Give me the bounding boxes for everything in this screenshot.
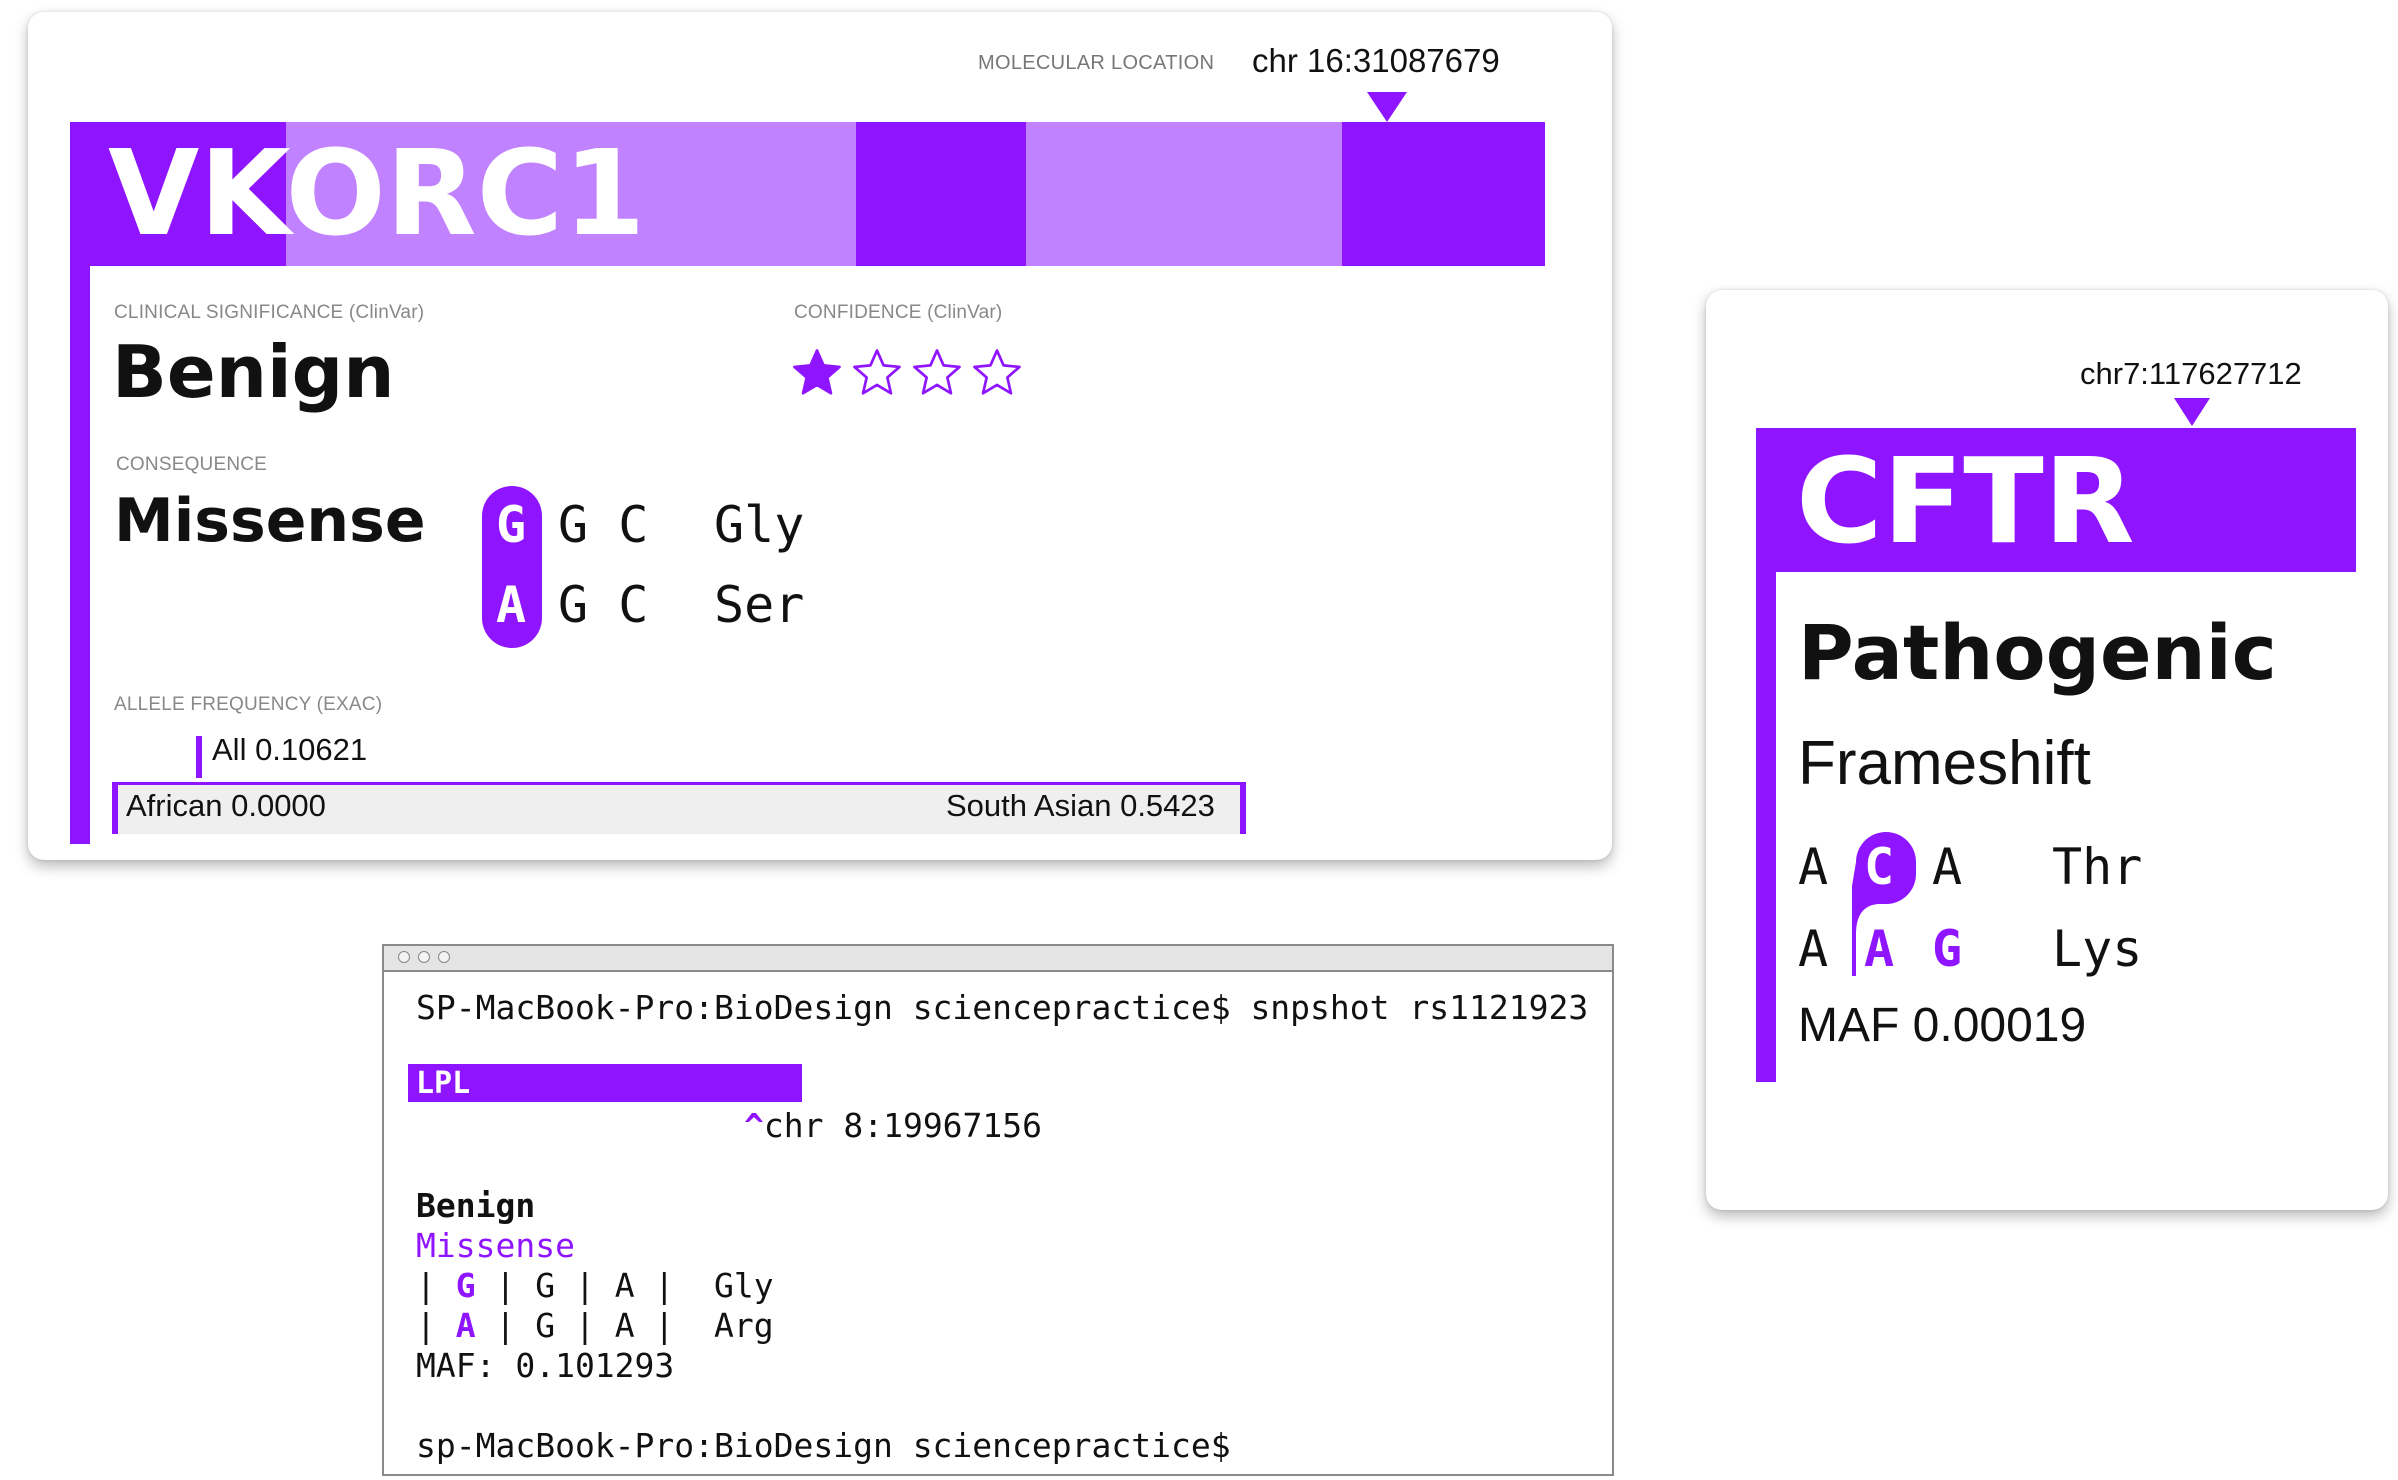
allele-frequency-label: ALLELE FREQUENCY (EXAC) <box>114 694 383 715</box>
molecular-location-value: chr 16:31087679 <box>1252 42 1500 79</box>
confidence-label: CONFIDENCE (ClinVar) <box>794 302 1003 323</box>
molecular-location-label: MOLECULAR LOCATION <box>978 52 1215 74</box>
min-frequency-value: African 0.0000 <box>126 788 326 823</box>
card-left-rule <box>70 266 90 844</box>
maf-value: MAF: 0.101293 <box>416 1346 675 1385</box>
alt-base-1: A <box>1798 920 1829 978</box>
molecular-location-value: chr7:117627712 <box>2080 356 2302 391</box>
clinical-significance-value: Benign <box>416 1186 536 1225</box>
ref-base-3: A <box>1932 838 1963 896</box>
terminal-prompt[interactable]: sp-MacBook-Pro:BioDesign sciencepractice… <box>416 1426 1231 1465</box>
all-frequency-marker <box>196 736 202 778</box>
gene-name: CFTR <box>1796 432 2135 570</box>
alt-codon-line: | A | G | A | Arg <box>416 1306 774 1345</box>
alt-amino-acid: Ser <box>714 576 805 634</box>
gene-location-text: chr 8:19967156 <box>763 1106 1043 1145</box>
consequence-value: Frameshift <box>1798 729 2091 798</box>
ref-codon-prefix: | <box>416 1266 456 1305</box>
gene-track: LPL <box>408 1064 802 1102</box>
gene-track-segment <box>856 122 1026 266</box>
alt-variant-base: A <box>496 576 527 634</box>
gene-track: VKORC1 <box>70 122 1545 266</box>
ref-codon-rest: | G | A | Gly <box>475 1266 774 1305</box>
clinical-significance-value: Benign <box>112 330 395 414</box>
clinical-significance-value: Pathogenic <box>1798 608 2277 697</box>
ref-codon-line: | G | G | A | Gly <box>416 1266 774 1305</box>
alt-shifted-base: G <box>1932 920 1963 978</box>
alt-codon-rest: G C <box>558 576 649 634</box>
ref-variant-base: G <box>496 496 527 554</box>
alt-variant-base: A <box>1864 920 1895 978</box>
ref-base-1: A <box>1798 838 1829 896</box>
star-empty-icon <box>913 349 961 395</box>
terminal-titlebar[interactable] <box>384 946 1612 972</box>
card-left-rule <box>1756 572 1776 1082</box>
alt-codon-rest: | G | A | Arg <box>475 1306 774 1345</box>
terminal-command: SP-MacBook-Pro:BioDesign sciencepractice… <box>416 988 1589 1027</box>
cftr-card: chr7:117627712 CFTR Pathogenic Frameshif… <box>1706 290 2388 1210</box>
vkorc1-card: MOLECULAR LOCATION chr 16:31087679 VKORC… <box>28 12 1612 860</box>
star-filled-icon <box>793 349 841 395</box>
location-marker-icon <box>2174 398 2210 426</box>
gene-track-segment <box>1342 122 1545 266</box>
ref-codon-rest: G C <box>558 496 649 554</box>
ref-amino-acid: Gly <box>714 496 805 554</box>
maf-value: MAF 0.00019 <box>1798 999 2087 1052</box>
zoom-window-icon[interactable] <box>438 951 450 963</box>
close-window-icon[interactable] <box>398 951 410 963</box>
all-frequency-value: All 0.10621 <box>212 732 368 767</box>
ref-variant-base: C <box>1864 838 1895 896</box>
star-empty-icon <box>973 349 1021 395</box>
consequence-label: CONSEQUENCE <box>116 454 268 475</box>
location-marker-icon <box>1367 92 1407 122</box>
ref-amino-acid: Thr <box>2052 838 2143 896</box>
max-frequency-marker <box>1240 782 1246 834</box>
clinical-significance-label: CLINICAL SIGNIFICANCE (ClinVar) <box>114 302 425 323</box>
terminal-window[interactable]: SP-MacBook-Pro:BioDesign sciencepractice… <box>382 944 1614 1476</box>
frequency-top-rule <box>112 782 1246 785</box>
alt-amino-acid: Lys <box>2052 920 2143 978</box>
alt-variant-base: A <box>455 1306 476 1345</box>
gene-track-segment <box>1026 122 1342 266</box>
gene-track: CFTR <box>1756 428 2356 572</box>
ref-variant-base: G <box>455 1266 476 1305</box>
alt-codon-prefix: | <box>416 1306 456 1345</box>
consequence-value: Missense <box>114 486 426 556</box>
minimize-window-icon[interactable] <box>418 951 430 963</box>
min-frequency-marker <box>112 782 118 834</box>
gene-location: ^chr 8:19967156 <box>744 1106 1043 1145</box>
star-empty-icon <box>853 349 901 395</box>
gene-name: VKORC1 <box>108 124 646 262</box>
gene-name: LPL <box>416 1066 471 1101</box>
max-frequency-value: South Asian 0.5423 <box>946 788 1215 823</box>
consequence-value: Missense <box>416 1226 575 1265</box>
